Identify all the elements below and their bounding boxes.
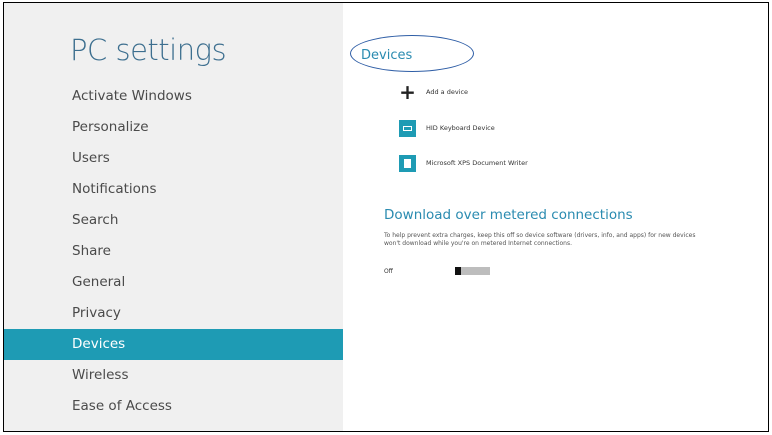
- metered-description: To help prevent extra charges, keep this…: [384, 232, 696, 247]
- keyboard-icon: [399, 119, 416, 137]
- document-icon: [399, 154, 416, 172]
- metered-section-title: Download over metered connections: [384, 207, 633, 223]
- metered-toggle-label: Off: [384, 268, 393, 275]
- sidebar-item-devices[interactable]: Devices: [4, 329, 343, 360]
- device-item-xps-writer[interactable]: Microsoft XPS Document Writer: [399, 152, 528, 174]
- sidebar-item-activate-windows[interactable]: Activate Windows: [4, 81, 343, 112]
- metered-toggle[interactable]: [455, 267, 490, 275]
- sidebar-item-share[interactable]: Share: [4, 236, 343, 267]
- device-item-keyboard[interactable]: HID Keyboard Device: [399, 117, 495, 139]
- window-frame: PC settings Activate Windows Personalize…: [3, 2, 769, 432]
- section-title: Devices: [361, 48, 413, 63]
- sidebar-item-privacy[interactable]: Privacy: [4, 298, 343, 329]
- sidebar-item-personalize[interactable]: Personalize: [4, 112, 343, 143]
- sidebar-item-notifications[interactable]: Notifications: [4, 174, 343, 205]
- device-label: Microsoft XPS Document Writer: [426, 159, 528, 167]
- add-device-button[interactable]: + Add a device: [399, 81, 468, 103]
- device-label: HID Keyboard Device: [426, 124, 495, 132]
- sidebar: PC settings Activate Windows Personalize…: [4, 3, 343, 431]
- plus-icon: +: [399, 79, 416, 104]
- sidebar-item-users[interactable]: Users: [4, 143, 343, 174]
- device-label: Add a device: [426, 88, 469, 96]
- sidebar-item-ease-of-access[interactable]: Ease of Access: [4, 391, 343, 422]
- main-panel: Devices + Add a device HID Keyboard Devi…: [343, 3, 768, 431]
- sidebar-item-wireless[interactable]: Wireless: [4, 360, 343, 391]
- page-title: PC settings: [70, 33, 227, 67]
- sidebar-nav: Activate Windows Personalize Users Notif…: [4, 81, 343, 431]
- sidebar-item-search[interactable]: Search: [4, 205, 343, 236]
- sidebar-item-general[interactable]: General: [4, 267, 343, 298]
- sidebar-item-sync-settings[interactable]: Sync your settings: [4, 422, 343, 431]
- toggle-thumb[interactable]: [455, 267, 461, 275]
